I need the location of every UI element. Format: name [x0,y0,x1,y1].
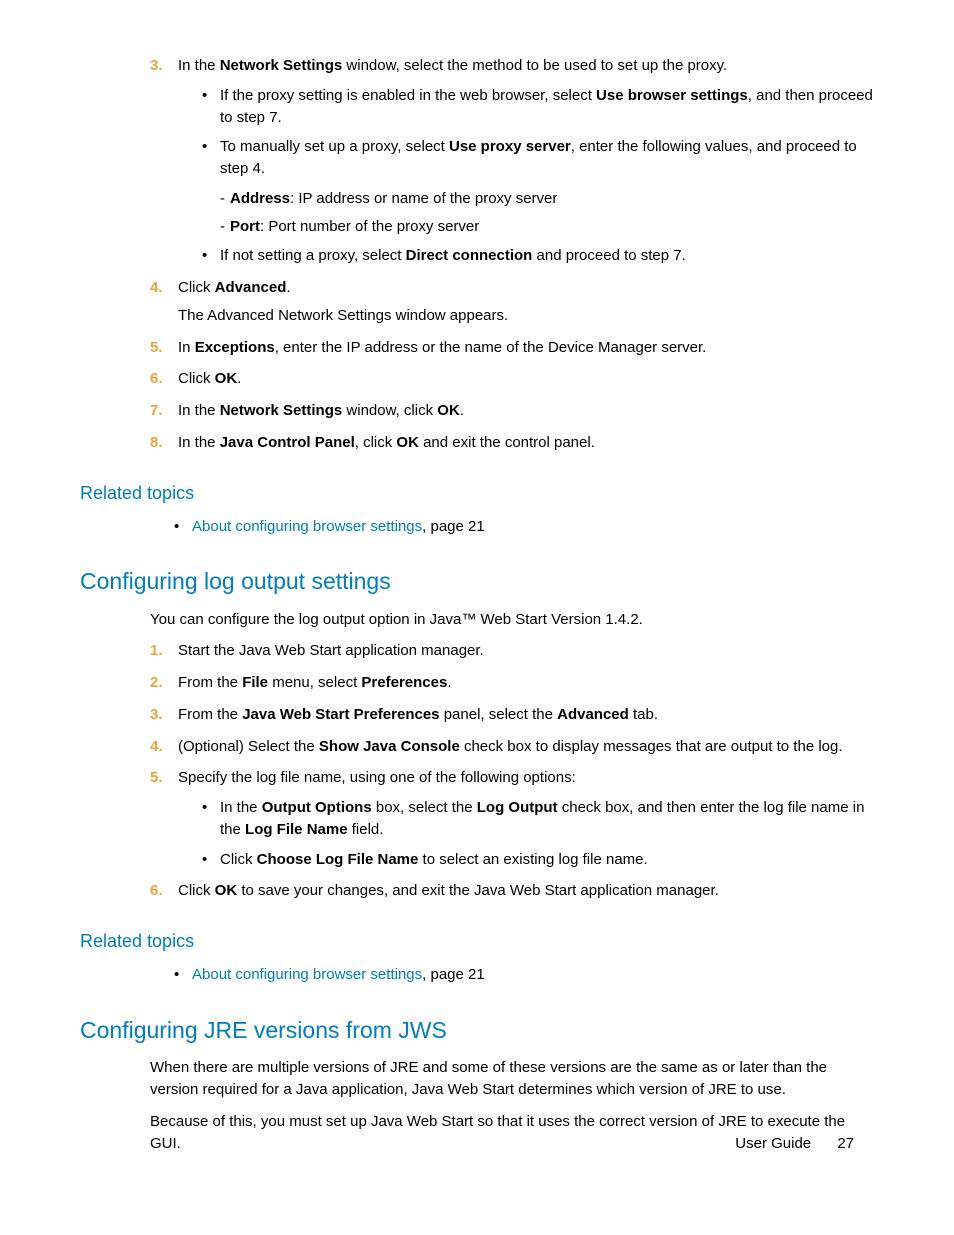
step-number: 1. [150,640,163,662]
log-step-3: 3. From the Java Web Start Preferences p… [150,704,874,726]
log-opt-choose-name: Click Choose Log File Name to select an … [202,849,874,871]
section-log-output-heading: Configuring log output settings [80,565,874,598]
log-step-5: 5. Specify the log file name, using one … [150,767,874,870]
step-text: Click OK. [178,370,241,387]
step-text: Specify the log file name, using one of … [178,769,576,786]
proxy-port: Port: Port number of the proxy server [220,216,874,238]
step-text: Click OK to save your changes, and exit … [178,882,719,899]
step-text: From the Java Web Start Preferences pane… [178,706,658,723]
step-text: (Optional) Select the Show Java Console … [178,738,843,755]
step-number: 4. [150,736,163,758]
step-4-note: The Advanced Network Settings window app… [178,305,874,327]
step-text: From the File menu, select Preferences. [178,674,452,691]
proxy-steps-list: 3. In the Network Settings window, selec… [150,55,874,454]
log-step-2: 2. From the File menu, select Preference… [150,672,874,694]
log-step-5-options: In the Output Options box, select the Lo… [202,797,874,870]
step-number: 6. [150,880,163,902]
step-text: Click Advanced. [178,279,291,296]
section-jre-heading: Configuring JRE versions from JWS [80,1014,874,1047]
step-3-options: If the proxy setting is enabled in the w… [202,85,874,267]
log-opt-output-options: In the Output Options box, select the Lo… [202,797,874,841]
step-number: 3. [150,55,163,77]
related-topics-heading: Related topics [80,480,874,506]
opt-proxy-server: To manually set up a proxy, select Use p… [202,136,874,237]
step-6: 6. Click OK. [150,368,874,390]
footer-label: User Guide [735,1135,811,1152]
step-text: Start the Java Web Start application man… [178,642,484,659]
log-step-1: 1. Start the Java Web Start application … [150,640,874,662]
log-step-4: 4. (Optional) Select the Show Java Conso… [150,736,874,758]
step-8: 8. In the Java Control Panel, click OK a… [150,432,874,454]
step-3: 3. In the Network Settings window, selec… [150,55,874,267]
step-text: In the Network Settings window, select t… [178,57,727,74]
opt-browser-settings: If the proxy setting is enabled in the w… [202,85,874,129]
step-number: 2. [150,672,163,694]
step-number: 8. [150,432,163,454]
step-number: 4. [150,277,163,299]
related-link[interactable]: About configuring browser settings [192,966,422,983]
step-4: 4. Click Advanced. The Advanced Network … [150,277,874,327]
step-number: 3. [150,704,163,726]
log-step-6: 6. Click OK to save your changes, and ex… [150,880,874,902]
step-7: 7. In the Network Settings window, click… [150,400,874,422]
page-number: 27 [837,1135,854,1152]
step-text: In the Network Settings window, click OK… [178,402,464,419]
proxy-address: Address: IP address or name of the proxy… [220,188,874,210]
step-number: 5. [150,767,163,789]
related-topics-list: About configuring browser settings, page… [174,516,874,538]
log-output-intro: You can configure the log output option … [150,609,874,631]
step-number: 7. [150,400,163,422]
page-footer: User Guide 27 [735,1133,854,1155]
step-number: 6. [150,368,163,390]
step-text: In Exceptions, enter the IP address or t… [178,339,706,356]
step-5: 5. In Exceptions, enter the IP address o… [150,337,874,359]
jre-para-1: When there are multiple versions of JRE … [150,1057,874,1101]
step-number: 5. [150,337,163,359]
step-text: In the Java Control Panel, click OK and … [178,434,595,451]
related-link-item: About configuring browser settings, page… [174,516,874,538]
opt-direct-connection: If not setting a proxy, select Direct co… [202,245,874,267]
related-topics-list-2: About configuring browser settings, page… [174,964,874,986]
related-topics-heading-2: Related topics [80,928,874,954]
proxy-values: Address: IP address or name of the proxy… [220,188,874,238]
related-link-item: About configuring browser settings, page… [174,964,874,986]
related-link[interactable]: About configuring browser settings [192,518,422,535]
log-output-steps: 1. Start the Java Web Start application … [150,640,874,902]
